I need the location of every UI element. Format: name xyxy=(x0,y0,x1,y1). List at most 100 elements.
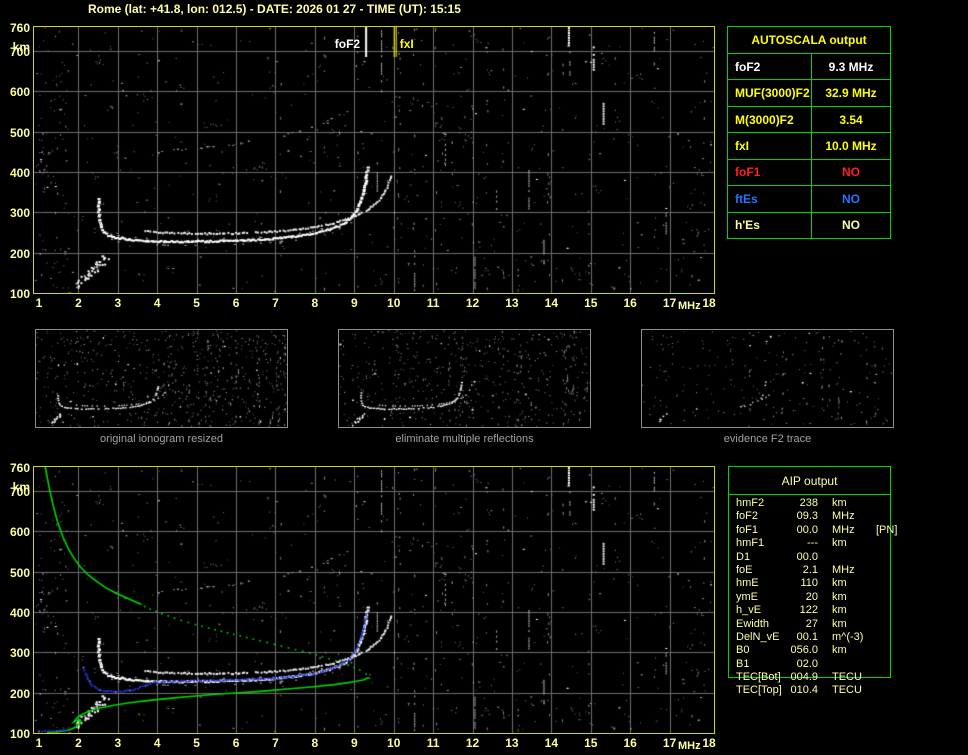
x-tick-label: 2 xyxy=(75,296,82,310)
y-tick-label: 500 xyxy=(9,565,30,580)
aip-row-hve: h_vE 122 km xyxy=(736,604,946,617)
aip-param-value: 20 xyxy=(805,590,818,603)
x-axis-unit-label: MHz xyxy=(677,740,701,752)
x-tick-label: 7 xyxy=(272,296,279,310)
aip-param-unit: MHz xyxy=(832,563,855,576)
x-tick-label: 12 xyxy=(465,736,480,750)
aip-param-unit: TECU xyxy=(832,671,862,684)
bottom-ionogram-plot xyxy=(33,466,715,734)
y-tick-label: 200 xyxy=(9,246,30,261)
aip-param-value: 004.9 xyxy=(790,671,818,684)
aip-row-fof2: foF2 09.3 MHz xyxy=(736,510,946,523)
aip-row-b0: B0 056.0 km xyxy=(736,644,946,657)
x-tick-label: 6 xyxy=(232,736,240,750)
aip-param-value: 02.0 xyxy=(796,657,818,670)
aip-row-d1: D1 00.0 xyxy=(736,551,946,564)
thumbnail-evidence-f2 xyxy=(641,329,894,428)
aip-row-tecbot: TEC[Bot] 004.9 TECU xyxy=(736,671,946,684)
thumbnail-eliminate-reflections xyxy=(338,329,591,428)
thumbnail-original-canvas xyxy=(36,330,287,427)
aip-param-value: 00.1 xyxy=(796,630,818,643)
param-value: 3.54 xyxy=(839,112,863,127)
aip-row-b1: B1 02.0 xyxy=(736,658,946,671)
aip-row-ewidth: Ewidth 27 km xyxy=(736,618,946,631)
y-tick-label: 760 xyxy=(9,21,30,35)
x-tick-label: 9 xyxy=(350,296,358,310)
aip-param-name: Ewidth xyxy=(736,617,770,630)
station-title: Rome (lat: +41.8, lon: 012.5) - DATE: 20… xyxy=(88,2,461,16)
x-tick-label: 16 xyxy=(623,736,637,750)
param-value: NO xyxy=(842,191,860,206)
aip-param-unit: m^(-3) xyxy=(832,630,864,643)
table-row-muf3000f2: MUF(3000)F2 32.9 MHz xyxy=(728,80,890,107)
table-row-fof1: foF1 NO xyxy=(728,159,890,187)
aip-param-name: hmF2 xyxy=(736,497,765,509)
x-tick-label: 8 xyxy=(311,296,319,310)
x-tick-label: 17 xyxy=(662,296,677,310)
y-tick-label: 100 xyxy=(9,727,30,741)
y-tick-label: 400 xyxy=(9,166,30,181)
y-tick-label: 500 xyxy=(9,125,30,140)
param-label: ftEs xyxy=(728,186,812,212)
x-tick-label: 15 xyxy=(584,736,598,750)
x-tick-label: 18 xyxy=(702,736,716,750)
aip-param-unit: km xyxy=(832,644,847,657)
aip-param-name: h_vE xyxy=(736,604,762,617)
y-tick-label: 200 xyxy=(9,686,30,701)
y-axis-unit-label: km xyxy=(12,480,30,494)
table-row-m3000f2: M(3000)F2 3.54 xyxy=(728,106,890,134)
param-label: MUF(3000)F2 xyxy=(728,80,812,106)
aip-param-name: foF1 xyxy=(736,523,759,536)
x-tick-label: 15 xyxy=(584,296,598,310)
y-tick-label: 760 xyxy=(9,461,30,475)
param-value: NO xyxy=(842,165,860,180)
table-row-fxi: fxI 10.0 MHz xyxy=(728,133,890,160)
aip-row-hme: hmE 110 km xyxy=(736,577,946,590)
aip-param-value: 238 xyxy=(799,497,818,509)
x-tick-label: 16 xyxy=(623,296,637,310)
table-row-hpes: h'Es NO xyxy=(728,212,890,238)
aip-param-name: DelN_vE xyxy=(736,630,780,643)
aip-param-value: 122 xyxy=(799,604,818,617)
table-row-fof2: foF2 9.3 MHz xyxy=(728,54,890,81)
aip-param-unit: MHz xyxy=(832,523,855,536)
param-value: 10.0 MHz xyxy=(825,138,877,153)
x-tick-label: 5 xyxy=(193,296,200,310)
x-tick-label: 3 xyxy=(114,296,122,310)
aip-param-name: foE xyxy=(736,563,753,576)
aip-param-unit xyxy=(832,658,874,671)
aip-param-value: 00.0 xyxy=(796,523,818,536)
y-tick-label: 600 xyxy=(9,525,30,540)
bottom-ionogram-canvas xyxy=(34,467,714,733)
fxi-marker-label: fxI xyxy=(399,37,414,51)
x-tick-label: 10 xyxy=(387,736,401,750)
aip-panel-title: AIP output xyxy=(781,474,838,488)
aip-row-hmf2: hmF2 238 km xyxy=(736,497,946,510)
aip-parameter-list: hmF2 238 km foF2 09.3 MHz foF1 00.0 MHz [PN] hm… xyxy=(736,497,946,698)
param-label: M(3000)F2 xyxy=(728,106,812,133)
aip-param-name: foF2 xyxy=(736,510,759,523)
x-tick-label: 9 xyxy=(350,736,358,750)
top-ionogram-canvas xyxy=(34,27,714,293)
x-tick-label: 8 xyxy=(311,736,319,750)
aip-param-note: [PN] xyxy=(876,523,898,536)
x-tick-label: 5 xyxy=(193,736,200,750)
param-label: foF2 xyxy=(728,54,812,80)
aip-param-value: 010.4 xyxy=(790,684,818,697)
thumbnail-evidence-canvas xyxy=(642,330,893,427)
aip-param-unit xyxy=(832,551,874,564)
param-value: 32.9 MHz xyxy=(825,86,877,101)
aip-param-value: 110 xyxy=(800,577,818,590)
x-tick-label: 7 xyxy=(272,736,279,750)
x-tick-label: 1 xyxy=(35,736,43,750)
x-tick-label: 3 xyxy=(114,736,122,750)
aip-param-unit: km xyxy=(832,577,847,590)
aip-param-value: 056.0 xyxy=(790,644,818,657)
x-tick-label: 10 xyxy=(387,296,401,310)
aip-param-unit: MHz xyxy=(832,510,855,523)
y-tick-label: 600 xyxy=(9,85,30,100)
x-tick-label: 18 xyxy=(702,296,716,310)
y-axis-unit-label: km xyxy=(12,40,30,54)
aip-param-name: TEC[Top] xyxy=(736,684,782,697)
x-axis-unit-label: MHz xyxy=(677,300,701,312)
